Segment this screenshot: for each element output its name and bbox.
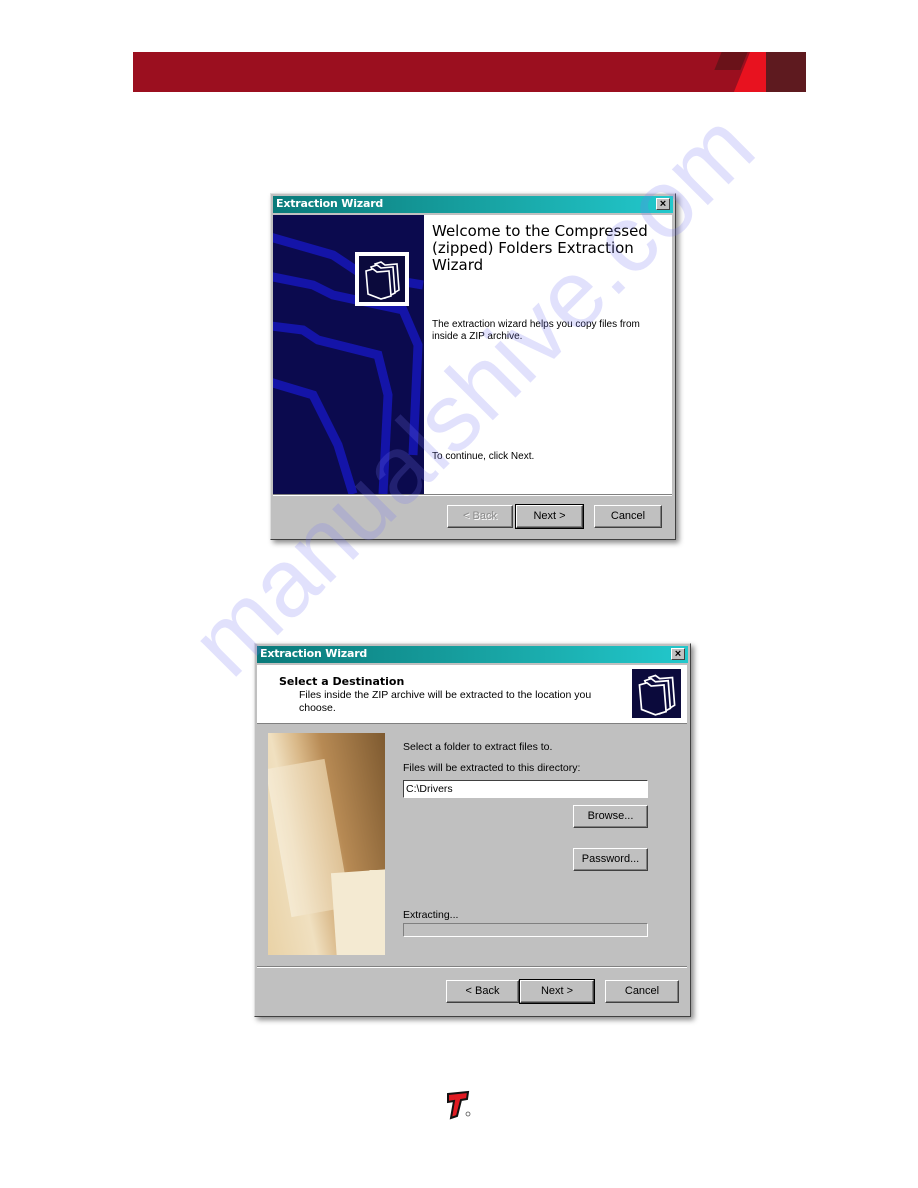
- brand-logo-icon: [446, 1090, 474, 1120]
- next-button[interactable]: Next >: [519, 979, 595, 1004]
- title-bar[interactable]: Extraction Wizard ×: [257, 646, 688, 663]
- wizard-heading: Welcome to the Compressed (zipped) Folde…: [432, 222, 648, 274]
- close-button[interactable]: ×: [656, 198, 670, 210]
- next-button[interactable]: Next >: [515, 504, 584, 529]
- continue-hint: To continue, click Next.: [432, 451, 535, 462]
- directory-input[interactable]: [403, 780, 648, 798]
- extraction-progress-bar: [403, 923, 648, 937]
- close-icon: ×: [659, 198, 667, 210]
- cancel-button[interactable]: Cancel: [594, 505, 662, 528]
- select-folder-label: Select a folder to extract files to.: [403, 741, 553, 753]
- dialog-title: Extraction Wizard: [260, 647, 368, 660]
- step-subtitle: Files inside the ZIP archive will be ext…: [299, 689, 592, 714]
- progress-label: Extracting...: [403, 909, 459, 921]
- back-button[interactable]: < Back: [447, 505, 513, 528]
- zip-folder-icon: [355, 252, 409, 306]
- zip-folder-icon: [632, 669, 681, 718]
- close-button[interactable]: ×: [671, 648, 685, 660]
- welcome-wizard-dialog: Extraction Wizard × Welcome to the Compr…: [270, 193, 676, 540]
- divider: [257, 966, 687, 968]
- wizard-content: Welcome to the Compressed (zipped) Folde…: [424, 215, 672, 494]
- image-detail: [330, 869, 385, 955]
- wizard-side-graphic: [273, 215, 424, 494]
- close-icon: ×: [674, 648, 682, 660]
- title-bar[interactable]: Extraction Wizard ×: [273, 196, 673, 213]
- destination-wizard-dialog: Extraction Wizard × Select a Destination…: [254, 643, 691, 1017]
- banner-decoration: [766, 52, 806, 92]
- divider: [273, 494, 672, 496]
- back-button[interactable]: < Back: [446, 980, 519, 1003]
- step-title: Select a Destination: [279, 675, 405, 688]
- directory-label: Files will be extracted to this director…: [403, 762, 581, 774]
- wizard-header: Select a Destination Files inside the ZI…: [257, 665, 687, 724]
- password-button[interactable]: Password...: [573, 848, 648, 871]
- dialog-title: Extraction Wizard: [276, 197, 384, 210]
- browse-button[interactable]: Browse...: [573, 805, 648, 828]
- wizard-side-image: [268, 733, 385, 955]
- cancel-button[interactable]: Cancel: [605, 980, 679, 1003]
- wizard-description: The extraction wizard helps you copy fil…: [432, 319, 640, 342]
- header-banner: [133, 52, 806, 92]
